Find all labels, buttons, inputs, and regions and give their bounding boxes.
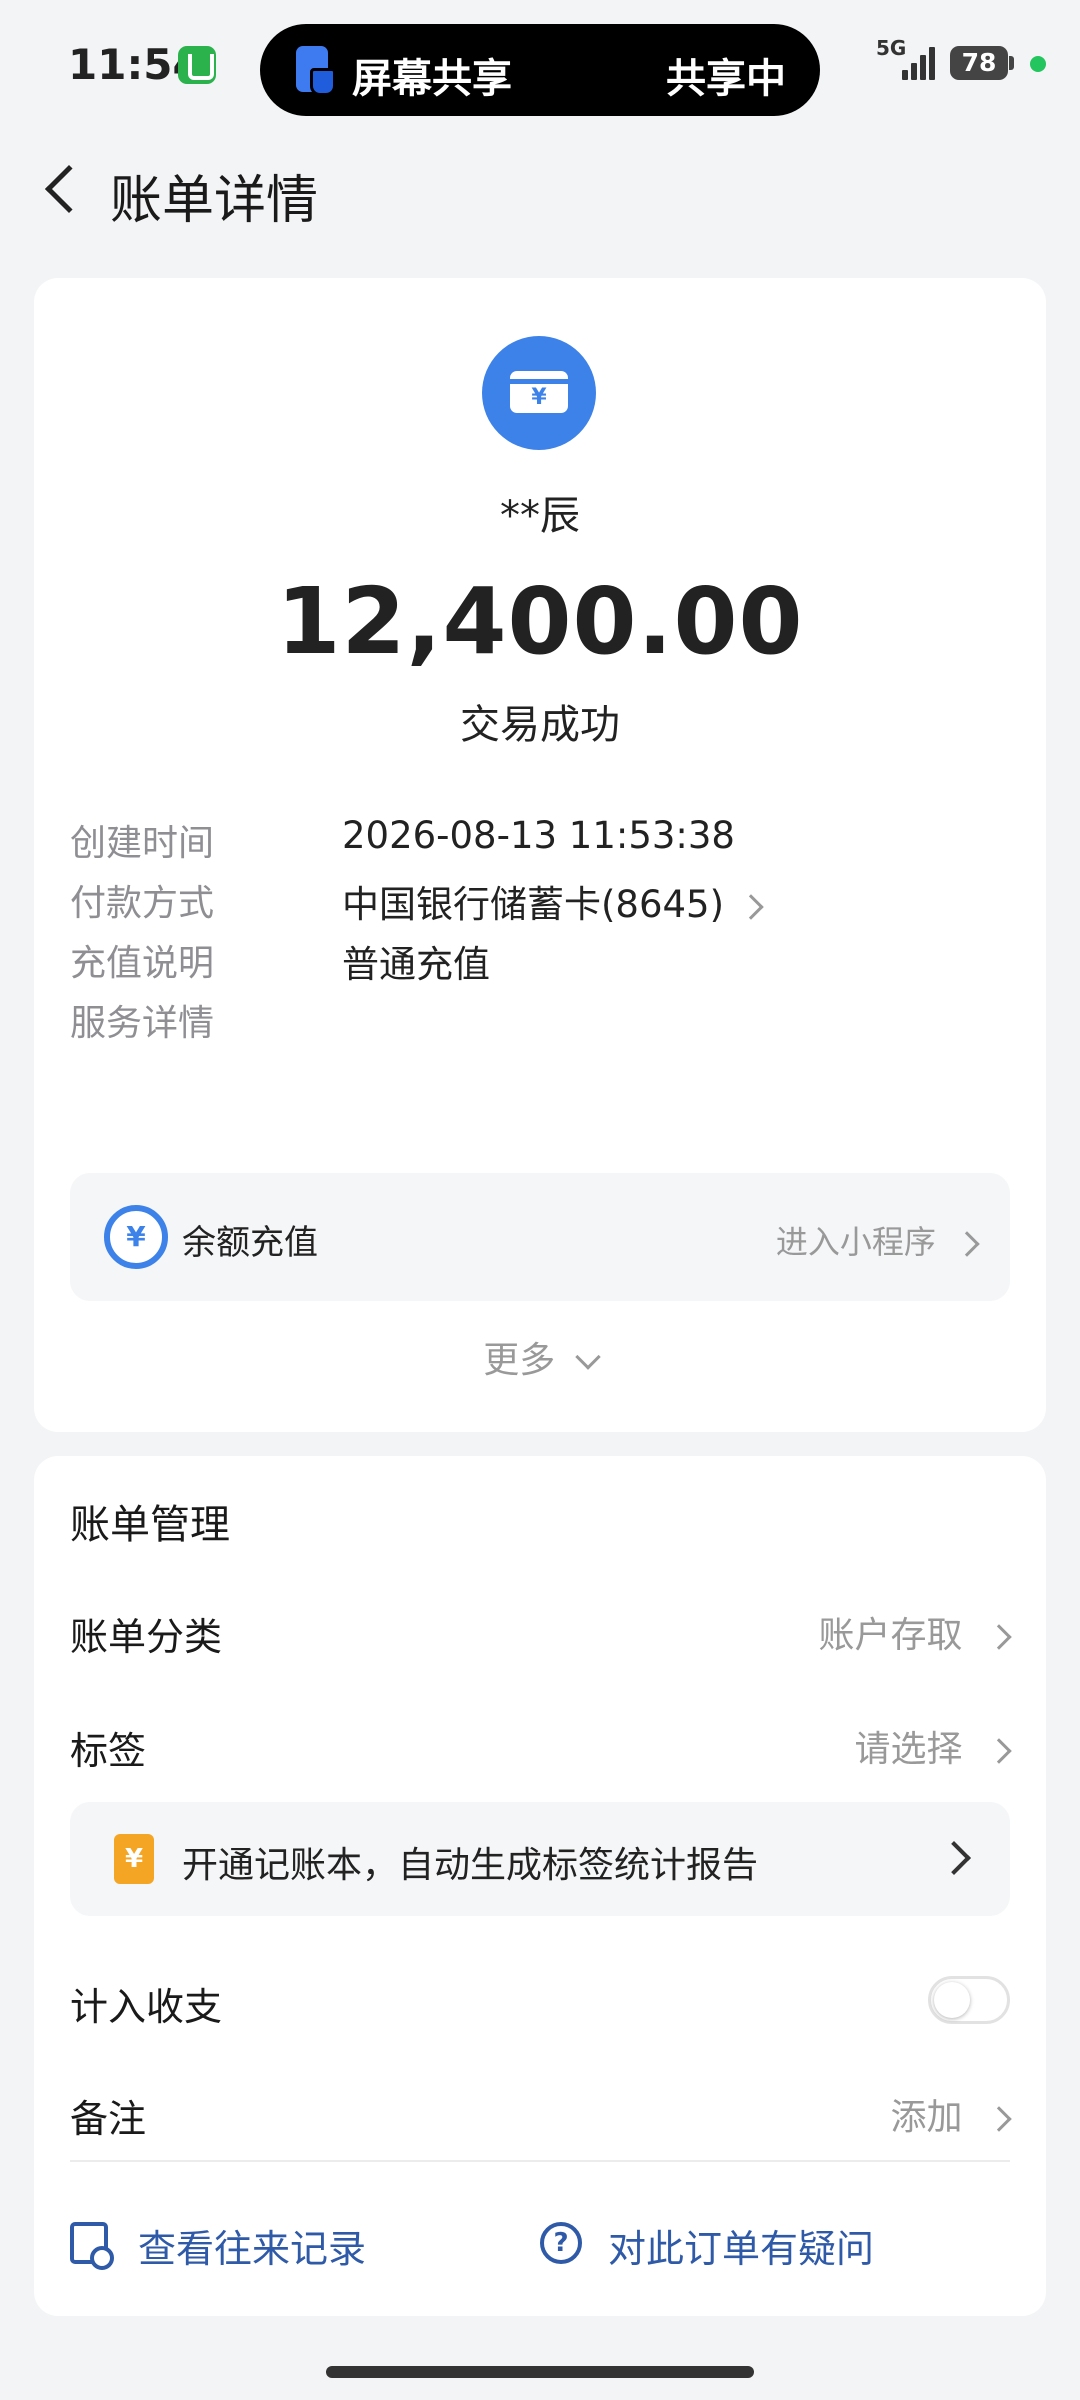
detail-label-recharge-note: 充值说明 — [70, 943, 215, 984]
divider — [70, 2160, 1010, 2162]
ledger-promo-banner[interactable]: ¥ 开通记账本，自动生成标签统计报告 — [70, 1802, 1010, 1916]
chevron-right-icon — [986, 1624, 1012, 1650]
order-question-link[interactable]: 对此订单有疑问 — [608, 2218, 874, 2273]
page-title: 账单详情 — [110, 171, 319, 231]
privacy-indicator-dot — [1030, 56, 1046, 72]
bill-management-card: 账单管理 账单分类 账户存取 标签 请选择 ¥ 开通记账本，自动生成标签统计报告… — [34, 1456, 1046, 2316]
bill-category-selector[interactable]: 账户存取 — [819, 1606, 1012, 1658]
payee-name: **辰 — [500, 493, 580, 539]
bill-category-label: 账单分类 — [70, 1615, 223, 1659]
add-note-button[interactable]: 添加 — [891, 2088, 1012, 2140]
screen-share-icon — [296, 46, 336, 96]
service-item-balance-recharge[interactable]: ¥ 余额充值 进入小程序 — [70, 1173, 1010, 1301]
service-label: 余额充值 — [182, 1223, 318, 1263]
battery-icon: 78 — [950, 46, 1014, 80]
note-label: 备注 — [70, 2097, 147, 2141]
open-mini-program-link[interactable]: 进入小程序 — [776, 1217, 980, 1263]
include-in-stats-label: 计入收支 — [70, 1985, 223, 2029]
more-button[interactable]: 更多 — [34, 1331, 1046, 1383]
recharge-card-icon: ¥ — [482, 336, 596, 450]
status-bar: 11:54 屏幕共享 共享中 5G 78 — [0, 0, 1080, 130]
payment-method-link[interactable]: 中国银行储蓄卡(8645) — [342, 874, 764, 928]
chevron-down-icon — [575, 1344, 601, 1370]
tag-selector[interactable]: 请选择 — [855, 1720, 1012, 1772]
page-header: 账单详情 — [0, 140, 1080, 240]
yen-circle-icon: ¥ — [104, 1205, 168, 1269]
detail-value-recharge-note: 普通充值 — [342, 943, 490, 986]
coupon-icon: ¥ — [114, 1834, 154, 1884]
transaction-status: 交易成功 — [460, 702, 620, 748]
transaction-amount: 12,400.00 — [276, 568, 804, 675]
detail-value-created-time: 2026-08-13 11:53:38 — [342, 814, 735, 857]
home-indicator[interactable] — [326, 2366, 754, 2378]
detail-value-payment-method: 中国银行储蓄卡(8645) — [342, 883, 725, 926]
section-title-bill-management: 账单管理 — [70, 1502, 230, 1548]
transaction-card: ¥ **辰 12,400.00 交易成功 创建时间 2026-08-13 11:… — [34, 278, 1046, 1432]
include-in-stats-toggle[interactable] — [928, 1976, 1010, 2024]
screen-share-status: 共享中 — [666, 56, 786, 102]
chevron-right-icon — [937, 1841, 971, 1875]
chevron-right-icon — [954, 1231, 980, 1257]
toggle-knob — [934, 1982, 970, 2018]
notification-app-icon — [178, 46, 216, 84]
chevron-right-icon — [986, 1738, 1012, 1764]
detail-label-service-details: 服务详情 — [70, 1003, 215, 1044]
chevron-left-icon — [44, 164, 94, 214]
detail-label-created-time: 创建时间 — [70, 823, 215, 864]
screen-share-label: 屏幕共享 — [352, 56, 512, 102]
signal-icon — [902, 44, 938, 80]
chevron-right-icon — [738, 893, 764, 920]
promo-text: 开通记账本，自动生成标签统计报告 — [182, 1845, 759, 1886]
back-button[interactable] — [30, 160, 94, 220]
screen-share-pill[interactable]: 屏幕共享 共享中 — [260, 24, 820, 116]
question-circle-icon: ? — [540, 2222, 582, 2264]
view-history-link[interactable]: 查看往来记录 — [138, 2218, 366, 2273]
history-search-icon — [70, 2222, 114, 2270]
chevron-right-icon — [986, 2106, 1012, 2132]
detail-label-payment-method: 付款方式 — [70, 883, 215, 924]
tag-label: 标签 — [70, 1729, 147, 1773]
